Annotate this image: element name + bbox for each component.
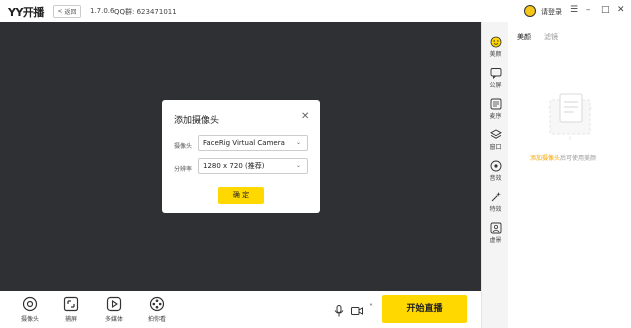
back-label: 返回 bbox=[64, 9, 77, 16]
tool-capture-screen[interactable]: 捕屏 bbox=[51, 296, 91, 323]
dialog-title: 添加摄像头 bbox=[174, 116, 220, 126]
rail-item-effects[interactable]: 特效 bbox=[482, 191, 509, 213]
tool-label: 摄像头 bbox=[20, 316, 39, 323]
multimedia-icon bbox=[106, 296, 122, 312]
start-live-button[interactable]: 开始直播 bbox=[382, 295, 467, 323]
resolution-label: 分辨率 bbox=[174, 166, 193, 173]
title-bar: YY开播 < 返回 1.7.0.6 QQ群: 623471011 请登录 ☰ –… bbox=[0, 0, 631, 22]
camera-select-value: FaceRig Virtual Camera bbox=[203, 139, 285, 147]
rail-item-window[interactable]: 窗口 bbox=[482, 129, 509, 151]
tab-filter[interactable]: 滤镜 bbox=[544, 32, 558, 42]
resolution-select-value: 1280 x 720 (推荐) bbox=[203, 162, 265, 170]
beauty-panel: 美颜 滤镜 添加摄像头后可使用美颜 bbox=[508, 22, 631, 328]
confirm-button[interactable]: 确 定 bbox=[218, 187, 264, 204]
tool-camera[interactable]: 摄像头 bbox=[10, 296, 50, 323]
rail-item-virtual-bg[interactable]: 虚景 bbox=[482, 222, 509, 244]
qq-group-text: QQ群: 623471011 bbox=[114, 8, 177, 16]
login-link[interactable]: 请登录 bbox=[541, 7, 562, 17]
avatar[interactable] bbox=[524, 5, 536, 17]
chat-icon bbox=[490, 68, 501, 79]
version-text: 1.7.0.6 bbox=[90, 7, 115, 15]
back-button[interactable]: < 返回 bbox=[53, 5, 81, 18]
sound-effect-icon bbox=[490, 160, 501, 172]
maximize-icon[interactable]: □ bbox=[601, 4, 610, 16]
rail-label: 美颜 bbox=[489, 51, 502, 58]
tool-label: 捕屏 bbox=[64, 316, 77, 323]
resolution-select[interactable]: 1280 x 720 (推荐) ⌄ bbox=[198, 158, 308, 174]
minimize-icon[interactable]: – bbox=[586, 4, 591, 16]
tool-label: 多媒体 bbox=[104, 316, 123, 323]
tab-beauty[interactable]: 美颜 bbox=[517, 32, 531, 42]
tool-multimedia[interactable]: 多媒体 bbox=[94, 296, 134, 323]
layers-icon bbox=[489, 129, 502, 139]
game-icon bbox=[149, 296, 165, 312]
chevron-down-icon: ⌄ bbox=[295, 139, 301, 146]
chevron-left-icon: < bbox=[57, 8, 63, 15]
tool-label: 拍你看 bbox=[147, 316, 166, 323]
capture-screen-icon bbox=[63, 296, 79, 312]
rail-item-sound[interactable]: 音效 bbox=[482, 160, 509, 182]
tool-game[interactable]: 拍你看 bbox=[137, 296, 177, 323]
video-camera-icon[interactable] bbox=[351, 306, 363, 316]
add-camera-dialog: 添加摄像头 ✕ 摄像头 FaceRig Virtual Camera ⌄ 分辨率… bbox=[162, 100, 320, 213]
rail-item-chat[interactable]: 公屏 bbox=[482, 67, 509, 89]
camera-select[interactable]: FaceRig Virtual Camera ⌄ bbox=[198, 135, 308, 151]
beauty-icon bbox=[490, 36, 501, 48]
rail-item-mic-queue[interactable]: 麦序 bbox=[482, 98, 509, 120]
add-camera-link[interactable]: 添加摄像头 bbox=[530, 155, 560, 162]
rail-label: 公屏 bbox=[489, 82, 502, 89]
function-rail: 美颜 公屏 麦序 窗口 音效 特效 虚景 bbox=[481, 22, 508, 328]
microphone-icon[interactable] bbox=[334, 305, 344, 317]
empty-hint-text: 后可使用美颜 bbox=[560, 155, 597, 162]
virtual-bg-icon bbox=[490, 222, 501, 234]
close-icon[interactable]: ✕ bbox=[301, 112, 309, 122]
rail-label: 音效 bbox=[489, 175, 502, 182]
empty-hint: 添加摄像头后可使用美颜 bbox=[530, 153, 596, 162]
rail-label: 特效 bbox=[489, 206, 502, 213]
mic-queue-icon bbox=[490, 98, 501, 110]
camera-icon bbox=[22, 296, 38, 312]
chevron-down-icon: ⌄ bbox=[295, 162, 301, 169]
rail-item-beauty[interactable]: 美颜 bbox=[482, 36, 509, 58]
rail-label: 麦序 bbox=[489, 113, 502, 120]
rail-label: 窗口 bbox=[489, 144, 502, 151]
effects-icon bbox=[491, 192, 501, 202]
empty-document-icon bbox=[548, 93, 592, 140]
camera-label: 摄像头 bbox=[174, 143, 193, 150]
rail-label: 虚景 bbox=[489, 237, 502, 244]
close-window-icon[interactable]: ✕ bbox=[617, 4, 625, 16]
chevron-up-icon[interactable]: ˄ bbox=[369, 303, 373, 312]
app-logo: YY开播 bbox=[8, 6, 44, 19]
menu-icon[interactable]: ☰ bbox=[570, 4, 578, 16]
